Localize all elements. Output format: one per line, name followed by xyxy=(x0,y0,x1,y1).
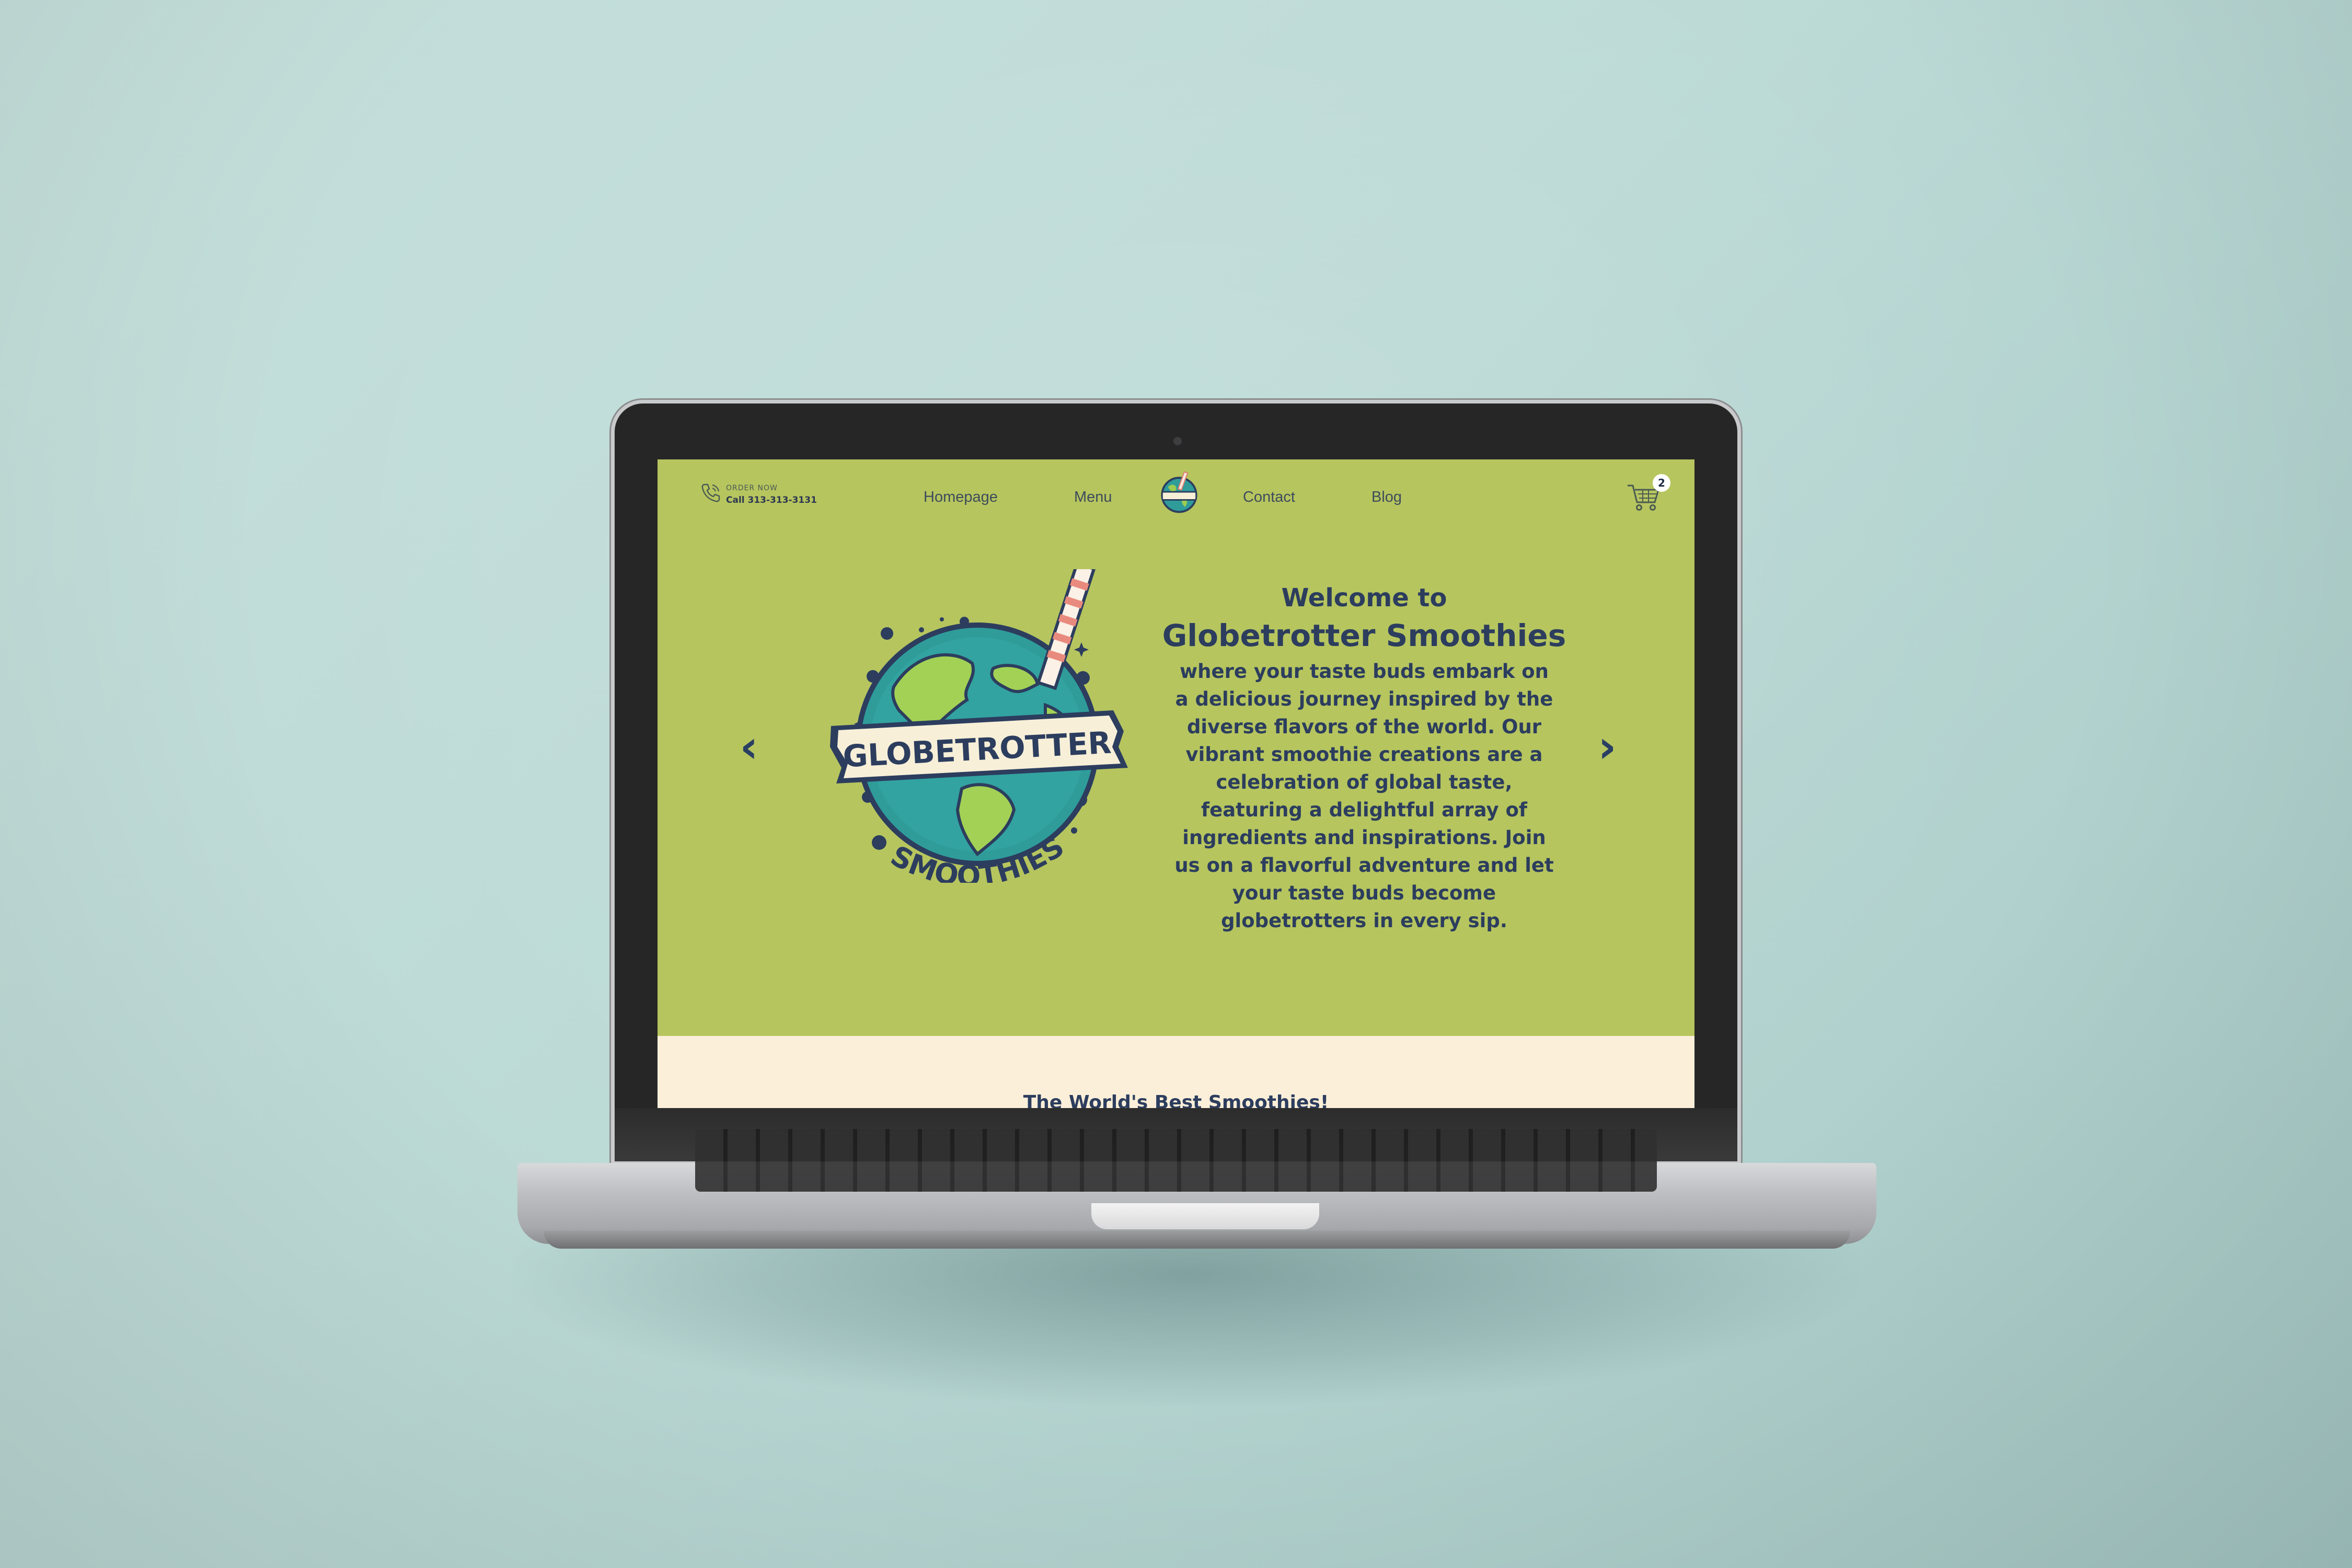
featured-section-title: The World's Best Smoothies! xyxy=(1023,1092,1329,1108)
nav-menu[interactable]: Menu xyxy=(1074,489,1112,506)
laptop-base-edge xyxy=(544,1231,1850,1249)
hero-title: Globetrotter Smoothies xyxy=(1162,618,1566,653)
nav-blog[interactable]: Blog xyxy=(1371,489,1402,506)
cart-count-badge: 2 xyxy=(1653,474,1670,492)
webcam xyxy=(1173,437,1182,445)
phone-icon[interactable] xyxy=(699,481,722,504)
order-now-label: ORDER NOW xyxy=(726,484,778,492)
hero-text: Welcome to Globetrotter Smoothies where … xyxy=(1139,582,1589,935)
laptop-keyboard xyxy=(695,1129,1657,1192)
site-header: ORDER NOW Call 313-313-3131 Homepage Men… xyxy=(658,459,1694,517)
trackpad-notch xyxy=(1091,1203,1319,1229)
chevron-left-icon[interactable]: ‹ xyxy=(731,723,767,770)
logo-icon[interactable] xyxy=(1154,468,1204,518)
hero-welcome: Welcome to xyxy=(1281,583,1447,613)
hero-description: where your taste buds embark on a delici… xyxy=(1174,660,1554,932)
nav-contact[interactable]: Contact xyxy=(1243,489,1295,506)
laptop-screen: ORDER NOW Call 313-313-3131 Homepage Men… xyxy=(658,459,1694,1108)
chevron-right-icon[interactable]: › xyxy=(1589,723,1625,770)
order-phone-number[interactable]: Call 313-313-3131 xyxy=(726,495,817,505)
nav-homepage[interactable]: Homepage xyxy=(924,489,998,506)
hero-logo: GLOBETROTTER SMOOTHIES xyxy=(830,569,1128,883)
